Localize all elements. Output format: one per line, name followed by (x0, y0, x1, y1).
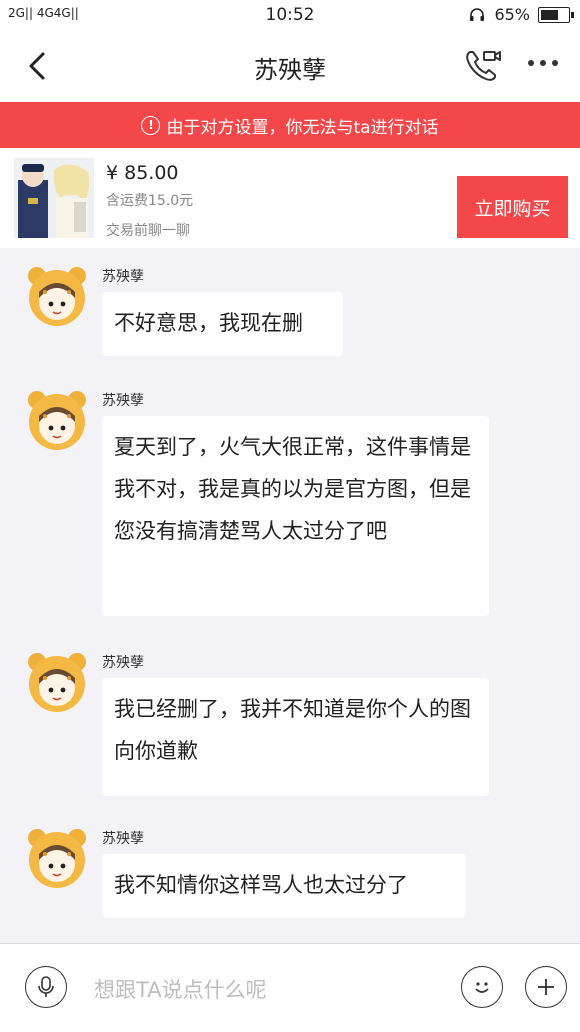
battery-percent: 65% (494, 5, 530, 24)
avatar[interactable] (25, 264, 89, 328)
status-bar: 2G|| 4G4G|| 10:52 65% (0, 0, 580, 30)
message-input[interactable]: 想跟TA说点什么呢 (94, 974, 267, 1004)
add-button[interactable] (525, 966, 567, 1008)
warning-icon: ! (141, 115, 161, 135)
microphone-icon (38, 976, 54, 997)
voice-button[interactable] (25, 966, 67, 1008)
input-bar: 想跟TA说点什么呢 (0, 943, 580, 1032)
avatar[interactable] (25, 826, 89, 890)
sender-name: 苏殃孽 (102, 831, 144, 847)
sender-name: 苏殃孽 (102, 655, 144, 671)
message-bubble[interactable]: 我已经删了，我并不知道是你个人的图向你道歉 (102, 678, 489, 796)
emoji-button[interactable] (461, 966, 503, 1008)
buy-now-button[interactable]: 立即购买 (457, 176, 568, 238)
call-icon[interactable] (462, 46, 502, 86)
product-image[interactable] (14, 158, 94, 238)
avatar[interactable] (25, 388, 89, 452)
warning-banner: ! 由于对方设置，你无法与ta进行对话 (0, 102, 580, 148)
warning-text: 由于对方设置，你无法与ta进行对话 (166, 117, 439, 138)
battery-icon (538, 6, 574, 23)
nav-bar: 苏殃孽 (0, 30, 580, 102)
product-shipping: 含运费15.0元 (106, 193, 194, 209)
message-bubble[interactable]: 我不知情你这样骂人也太过分了 (102, 854, 466, 918)
more-icon[interactable] (528, 60, 558, 66)
headphone-icon (470, 7, 485, 21)
sender-name: 苏殃孽 (102, 393, 144, 409)
message-list: 苏殃孽 不好意思，我现在删 苏殃孽 夏天到了，火气大很正常，这件事情是我不对，我… (0, 248, 580, 943)
plus-icon (538, 979, 554, 995)
message-bubble[interactable]: 不好意思，我现在删 (102, 292, 343, 356)
sender-name: 苏殃孽 (102, 269, 144, 285)
smiley-icon (475, 982, 489, 993)
product-price: ¥ 85.00 (106, 162, 179, 184)
avatar[interactable] (25, 650, 89, 714)
status-right: 65% (468, 5, 574, 24)
message-bubble[interactable]: 夏天到了，火气大很正常，这件事情是我不对，我是真的以为是官方图，但是您没有搞清楚… (102, 416, 489, 616)
product-card[interactable]: ¥ 85.00 含运费15.0元 交易前聊一聊 立即购买 (0, 148, 580, 248)
product-chat-hint: 交易前聊一聊 (106, 223, 190, 239)
